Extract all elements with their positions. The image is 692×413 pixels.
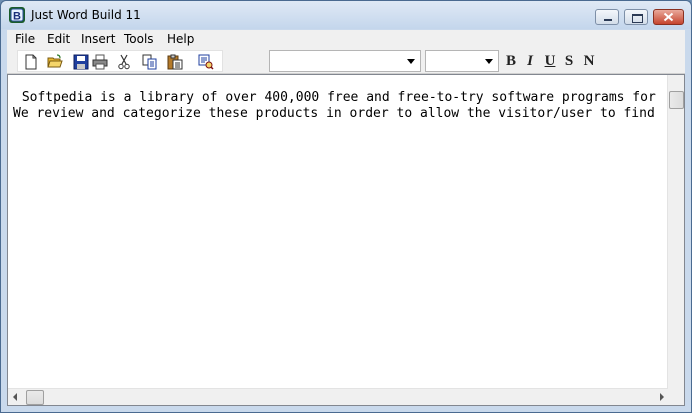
menu-help[interactable]: Help xyxy=(167,32,194,46)
find-icon[interactable] xyxy=(198,54,214,70)
close-button[interactable] xyxy=(653,9,684,25)
menu-tools[interactable]: Tools xyxy=(124,32,154,46)
underline-button[interactable]: U xyxy=(542,52,558,70)
menu-file[interactable]: File xyxy=(15,32,35,46)
minimize-button[interactable] xyxy=(595,9,619,25)
scroll-left-icon[interactable] xyxy=(13,393,17,401)
document-line: Softpedia is a library of over 400,000 f… xyxy=(14,90,656,105)
maximize-icon xyxy=(632,14,643,23)
print-icon[interactable] xyxy=(92,54,108,70)
save-disk-icon[interactable] xyxy=(73,54,89,70)
chevron-down-icon xyxy=(485,59,493,64)
open-folder-icon[interactable] xyxy=(47,54,63,70)
new-document-icon[interactable] xyxy=(23,54,39,70)
cut-scissors-icon[interactable] xyxy=(116,54,132,70)
italic-button[interactable]: I xyxy=(522,52,538,70)
app-window: B Just Word Build 11 File Edit Insert To… xyxy=(0,0,692,413)
normal-button[interactable]: N xyxy=(581,52,597,70)
size-grip xyxy=(668,389,684,405)
svg-text:B: B xyxy=(13,11,21,23)
font-name-select[interactable] xyxy=(269,50,421,72)
toolbar-button-group xyxy=(17,50,223,72)
chevron-down-icon xyxy=(407,59,415,64)
strikethrough-button[interactable]: S xyxy=(561,52,577,70)
toolbar: B I U S N xyxy=(7,49,685,74)
scroll-right-icon[interactable] xyxy=(660,393,664,401)
horizontal-scrollbar[interactable] xyxy=(8,388,668,405)
window-title: Just Word Build 11 xyxy=(31,8,141,22)
app-logo-icon: B xyxy=(9,7,25,23)
paste-icon[interactable] xyxy=(167,54,183,70)
horizontal-scroll-thumb[interactable] xyxy=(26,390,44,405)
close-icon xyxy=(663,12,674,22)
vertical-scrollbar[interactable] xyxy=(667,75,684,389)
document-line: We review and categorize these products … xyxy=(13,106,655,121)
copy-icon[interactable] xyxy=(142,54,158,70)
title-bar[interactable]: B Just Word Build 11 xyxy=(1,1,691,29)
bold-button[interactable]: B xyxy=(503,52,519,70)
menu-insert[interactable]: Insert xyxy=(81,32,115,46)
minimize-icon xyxy=(604,19,612,21)
vertical-scroll-thumb[interactable] xyxy=(669,91,684,109)
font-size-select[interactable] xyxy=(425,50,499,72)
document-editor[interactable]: Softpedia is a library of over 400,000 f… xyxy=(7,74,685,406)
menu-edit[interactable]: Edit xyxy=(47,32,70,46)
maximize-button[interactable] xyxy=(624,9,648,25)
menu-bar: File Edit Insert Tools Help xyxy=(7,30,685,49)
